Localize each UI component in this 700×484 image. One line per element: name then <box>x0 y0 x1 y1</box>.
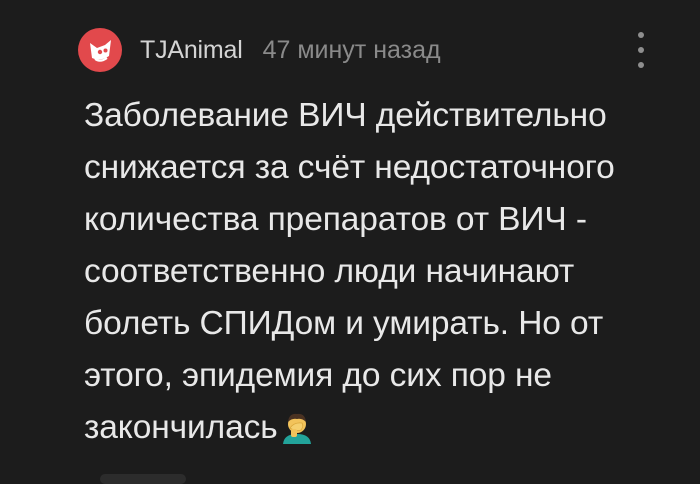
next-comment-edge <box>100 474 186 484</box>
timestamp: 47 минут назад <box>262 35 441 64</box>
comment-line: соответственно люди начинают <box>84 253 575 290</box>
more-vertical-icon[interactable] <box>626 30 656 70</box>
comment: TJAnimal 47 минут назад Заболевание ВИЧ … <box>0 0 700 484</box>
menu-dot <box>638 47 644 53</box>
username[interactable]: TJAnimal <box>140 36 243 65</box>
menu-dot <box>638 32 644 38</box>
menu-dot <box>638 62 644 68</box>
cat-avatar-icon <box>90 40 111 62</box>
comment-last-line: закончилась <box>84 402 684 454</box>
comment-line: болеть СПИДом и умирать. Но от <box>84 305 604 342</box>
comment-line: Заболевание ВИЧ действительно <box>84 97 607 134</box>
comment-line: снижается за счёт недостаточного <box>84 149 615 186</box>
avatar[interactable] <box>78 28 122 72</box>
facepalm-man-icon <box>280 408 314 444</box>
comment-line: закончилась <box>84 409 278 446</box>
comment-text: Заболевание ВИЧ действительно снижается … <box>84 90 684 454</box>
comment-line: количества препаратов от ВИЧ - <box>84 201 587 238</box>
comment-line: этого, эпидемия до сих пор не <box>84 357 552 394</box>
comment-header: TJAnimal 47 минут назад <box>78 26 441 74</box>
